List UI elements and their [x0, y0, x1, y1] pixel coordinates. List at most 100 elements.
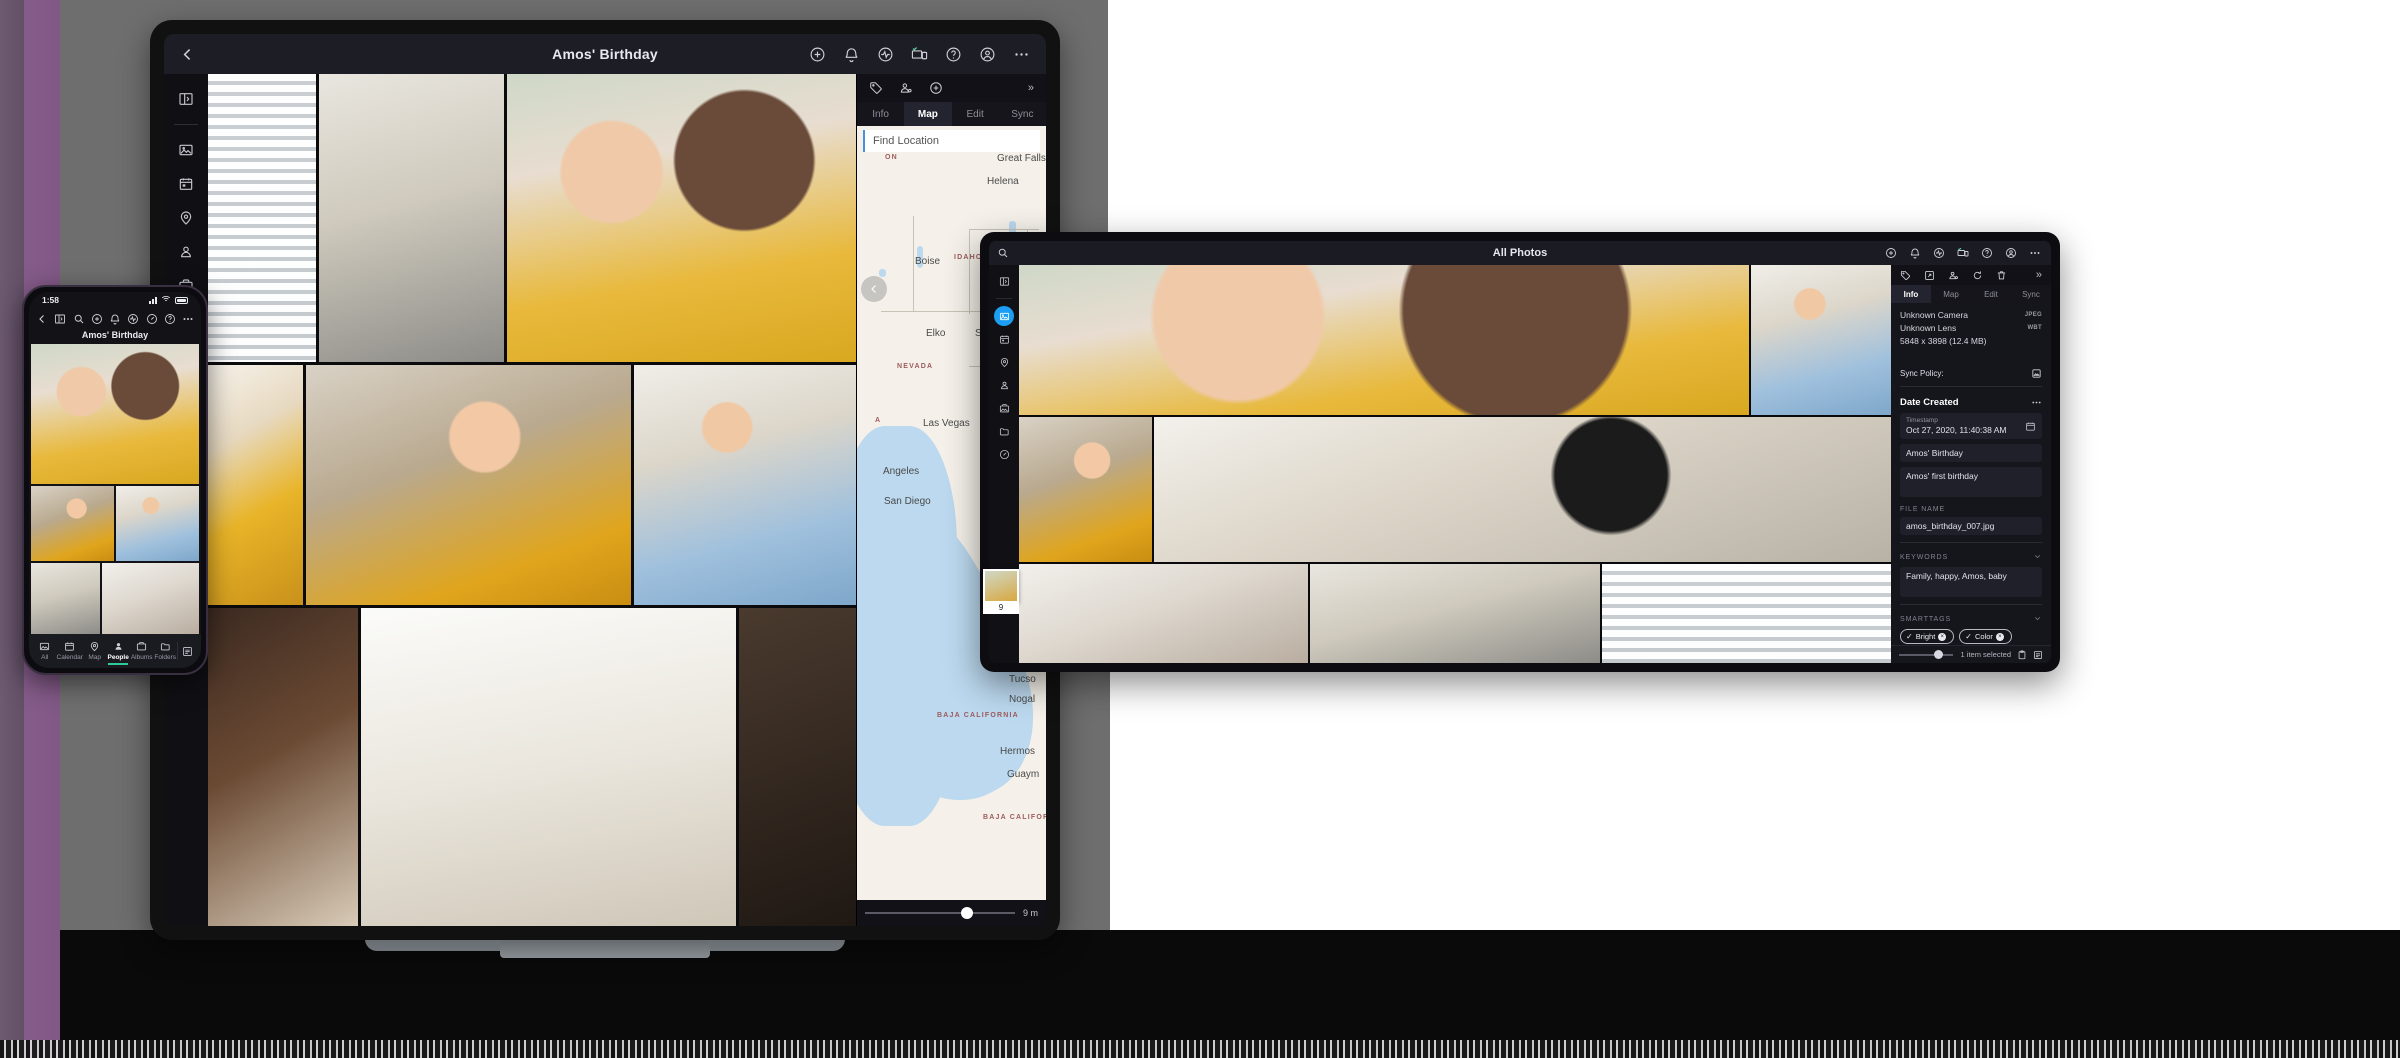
photo-thumbnail[interactable] — [208, 608, 358, 926]
photo-thumbnail[interactable] — [1154, 417, 1891, 562]
mobile-tab-people[interactable]: People — [106, 641, 130, 665]
photo-thumbnail[interactable] — [102, 563, 199, 634]
rotate-icon[interactable] — [1972, 270, 1983, 281]
tab-map[interactable]: Map — [904, 102, 952, 126]
smarttag-chip[interactable]: ✓ Color × — [1959, 629, 2012, 644]
sidebar-item-folders[interactable] — [994, 421, 1014, 441]
photo-thumbnail[interactable] — [306, 365, 631, 605]
photo-thumbnail[interactable] — [507, 74, 856, 362]
sidebar-item-calendar[interactable] — [994, 329, 1014, 349]
find-location-input[interactable]: Find Location — [863, 130, 1040, 152]
tab-sync[interactable]: Sync — [2011, 285, 2051, 303]
chevron-down-icon[interactable] — [2033, 614, 2042, 625]
list-view-icon[interactable] — [2033, 650, 2043, 660]
plus-circle-icon[interactable] — [1885, 247, 1897, 259]
activity-icon[interactable] — [1933, 247, 1945, 259]
trash-icon[interactable] — [1996, 270, 2007, 281]
sidebar-item-panel-toggle[interactable] — [994, 271, 1014, 291]
more-options-icon[interactable] — [1013, 46, 1030, 63]
smarttag-chip[interactable]: ✓ Bright × — [1900, 629, 1955, 644]
photo-thumbnail[interactable] — [1019, 564, 1309, 663]
plus-circle-icon[interactable] — [809, 46, 826, 63]
bell-icon[interactable] — [1909, 247, 1921, 259]
more-options-icon[interactable] — [182, 313, 194, 325]
add-icon[interactable] — [929, 81, 943, 95]
sidebar-item-people[interactable] — [994, 375, 1014, 395]
search-icon[interactable] — [73, 313, 85, 325]
thumbnail-size-knob[interactable] — [1933, 649, 1943, 659]
map-zoom-slider[interactable] — [865, 907, 1015, 919]
plus-circle-icon[interactable] — [91, 313, 103, 325]
sidebar-item-albums[interactable] — [994, 398, 1014, 418]
gauge-icon[interactable] — [146, 313, 158, 325]
map-zoom-knob[interactable] — [960, 907, 973, 919]
photo-thumbnail[interactable] — [1019, 417, 1152, 562]
search-icon[interactable] — [989, 247, 1017, 259]
back-button[interactable] — [164, 34, 210, 74]
sidebar-item-panel-toggle[interactable] — [171, 84, 201, 114]
sidebar-item-calendar[interactable] — [171, 169, 201, 199]
panel-toggle-icon[interactable] — [54, 313, 66, 325]
more-options-icon[interactable] — [2031, 397, 2042, 408]
remove-icon[interactable]: × — [1938, 632, 1947, 641]
people-tag-icon[interactable] — [1948, 270, 1959, 281]
mobile-tab-folders[interactable]: Folders — [153, 641, 177, 661]
mobile-menu-button[interactable] — [176, 642, 197, 660]
photo-thumbnail[interactable] — [31, 486, 114, 561]
photo-thumbnail[interactable] — [116, 486, 199, 561]
calendar-icon[interactable] — [2025, 421, 2036, 432]
photo-thumbnail[interactable] — [361, 608, 736, 926]
clipboard-icon[interactable] — [2017, 649, 2027, 660]
tab-sync[interactable]: Sync — [999, 102, 1046, 126]
tab-edit[interactable]: Edit — [952, 102, 999, 126]
sidebar-item-dashboard[interactable] — [994, 444, 1014, 464]
keywords-field[interactable]: Family, happy, Amos, baby — [1900, 567, 2042, 597]
account-circle-icon[interactable] — [2005, 247, 2017, 259]
tab-edit[interactable]: Edit — [1971, 285, 2011, 303]
sidebar-item-map[interactable] — [171, 203, 201, 233]
photo-thumbnail[interactable] — [31, 563, 101, 634]
sidebar-item-photos[interactable] — [171, 135, 201, 165]
sidebar-item-photos[interactable] — [994, 306, 1014, 326]
photo-thumbnail[interactable] — [739, 608, 856, 926]
photo-thumbnail[interactable] — [208, 74, 316, 362]
photo-thumbnail[interactable] — [31, 344, 199, 484]
title-field[interactable]: Amos' Birthday — [1900, 444, 2042, 462]
chevron-down-icon[interactable] — [2033, 552, 2042, 563]
tab-info[interactable]: Info — [857, 102, 904, 126]
tab-map[interactable]: Map — [1931, 285, 1971, 303]
tab-info[interactable]: Info — [1891, 285, 1931, 303]
people-tag-icon[interactable] — [899, 81, 913, 95]
photo-thumbnail[interactable] — [1019, 265, 1749, 415]
activity-icon[interactable] — [127, 313, 139, 325]
chevron-left-icon[interactable] — [36, 313, 48, 325]
photo-thumbnail[interactable] — [319, 74, 504, 362]
mobile-tab-all[interactable]: All — [33, 641, 57, 661]
sync-devices-icon[interactable] — [911, 46, 928, 63]
export-icon[interactable] — [1924, 270, 1935, 281]
tag-icon[interactable] — [869, 81, 883, 95]
mobile-tab-map[interactable]: Map — [83, 641, 107, 661]
activity-icon[interactable] — [877, 46, 894, 63]
filename-field[interactable]: amos_birthday_007.jpg — [1900, 517, 2042, 535]
sync-devices-icon[interactable] — [1957, 247, 1969, 259]
timestamp-field[interactable]: Timestamp Oct 27, 2020, 11:40:38 AM — [1900, 413, 2042, 439]
bell-icon[interactable] — [843, 46, 860, 63]
mobile-tab-calendar[interactable]: Calendar — [57, 641, 83, 661]
photo-thumbnail[interactable] — [1310, 564, 1600, 663]
help-circle-icon[interactable] — [1981, 247, 1993, 259]
photo-thumbnail[interactable] — [208, 365, 303, 605]
map-back-button[interactable] — [861, 276, 887, 302]
map-photo-pin[interactable]: 9 — [983, 569, 1019, 614]
tag-icon[interactable] — [1900, 270, 1911, 281]
photo-thumbnail[interactable] — [634, 365, 856, 605]
photo-thumbnail[interactable] — [1751, 265, 1891, 415]
help-circle-icon[interactable] — [945, 46, 962, 63]
remove-icon[interactable]: × — [1995, 632, 2004, 641]
mobile-tab-albums[interactable]: Albums — [130, 641, 154, 661]
account-circle-icon[interactable] — [979, 46, 996, 63]
panel-expand-button[interactable]: » — [1028, 82, 1034, 94]
help-circle-icon[interactable] — [164, 313, 176, 325]
more-options-icon[interactable] — [2029, 247, 2041, 259]
bell-icon[interactable] — [109, 313, 121, 325]
